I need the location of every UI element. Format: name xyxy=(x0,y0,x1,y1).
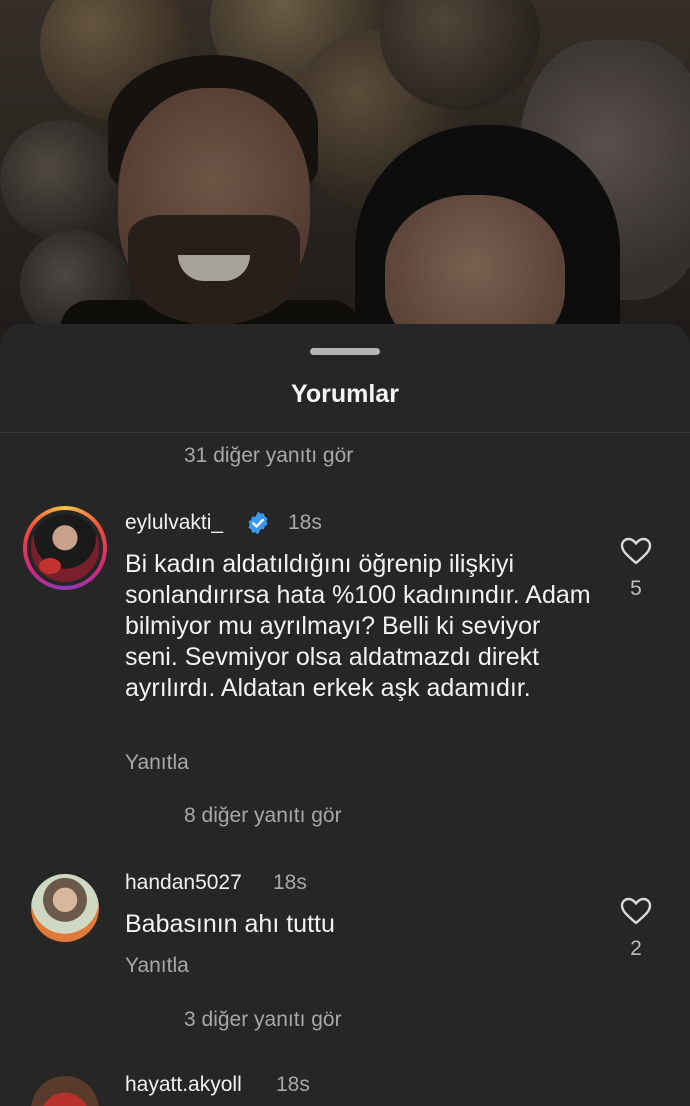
view-more-replies-link[interactable]: 8 diğer yanıtı gör xyxy=(184,804,342,828)
like-control: 5 xyxy=(617,537,655,601)
comment-timestamp: 18s xyxy=(273,871,307,894)
comment-timestamp: 18s xyxy=(276,1073,310,1096)
view-more-replies-link[interactable]: 31 diğer yanıtı gör xyxy=(184,444,353,468)
comment-username[interactable]: hayatt.akyoll xyxy=(125,1073,242,1097)
view-more-replies-link[interactable]: 3 diğer yanıtı gör xyxy=(184,1008,342,1032)
avatar-ring-gap xyxy=(27,510,103,586)
reply-button[interactable]: Yanıtla xyxy=(125,751,189,775)
comment-timestamp: 18s xyxy=(288,511,322,534)
like-count: 5 xyxy=(630,577,642,600)
avatar[interactable] xyxy=(31,1076,99,1106)
comments-sheet: Yorumlar 31 diğer yanıtı gör eylulvakti_… xyxy=(0,324,690,1106)
heart-icon[interactable] xyxy=(620,537,652,565)
like-control: 2 xyxy=(617,897,655,961)
heart-icon[interactable] xyxy=(620,897,652,925)
verified-badge-icon xyxy=(248,511,268,535)
post-photo-background xyxy=(0,0,690,340)
comment-text: Bi kadın aldatıldığını öğrenip ilişkiyi … xyxy=(125,550,591,702)
comment-username[interactable]: eylulvakti_ xyxy=(125,511,223,535)
reply-button[interactable]: Yanıtla xyxy=(125,954,189,978)
comment-text: Babasının ahı tuttu xyxy=(125,910,335,938)
avatar[interactable] xyxy=(31,874,99,942)
sheet-drag-handle[interactable] xyxy=(310,348,380,355)
photo-dim-overlay xyxy=(0,0,690,340)
header-divider xyxy=(0,432,690,433)
avatar xyxy=(31,514,99,582)
like-count: 2 xyxy=(630,937,642,960)
avatar-story-ring[interactable] xyxy=(23,506,107,590)
comment-username[interactable]: handan5027 xyxy=(125,871,242,895)
avatar-flower-detail xyxy=(39,558,61,574)
sheet-title: Yorumlar xyxy=(291,380,399,408)
